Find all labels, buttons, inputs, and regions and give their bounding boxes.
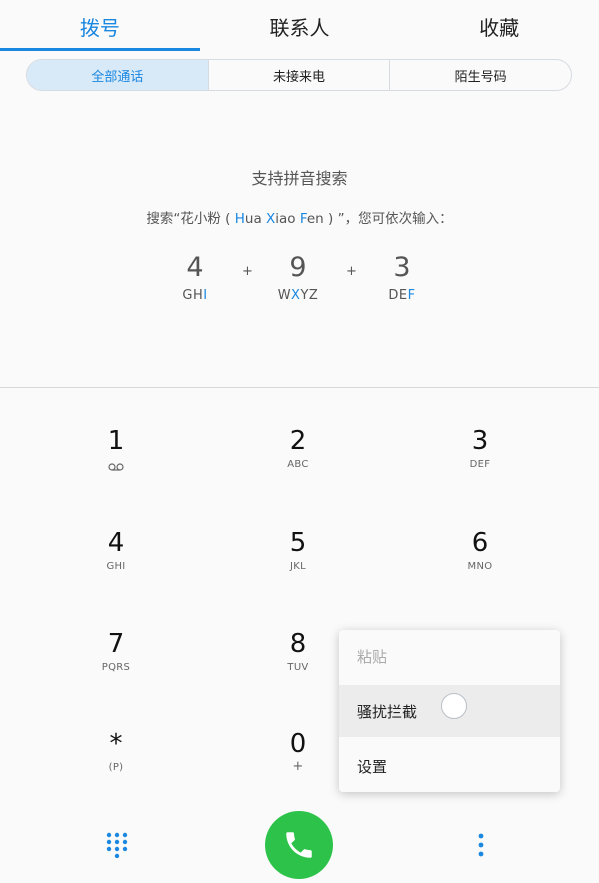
combo-letters: DEF [388, 288, 416, 303]
key-5[interactable]: 5 JKL [238, 528, 358, 588]
combo-plus-2: + [346, 264, 357, 279]
key-letters: ABC [287, 459, 309, 470]
key-letters: GHI [106, 561, 126, 572]
combo-key-3: 3 DEF [372, 252, 432, 303]
key-letters: DEF [469, 459, 491, 470]
key-letters: JKL [290, 561, 306, 572]
pinyin-search-title: 支持拼音搜索 [251, 169, 348, 188]
key-digit: 2 [289, 426, 307, 456]
key-letters: PQRS [101, 662, 131, 673]
combo-digit: 9 [289, 252, 307, 283]
filter-unknown-numbers[interactable]: 陌生号码 [390, 60, 571, 90]
menu-item-paste[interactable]: 粘贴 [339, 630, 560, 682]
menu-item-settings[interactable]: 设置 [339, 740, 560, 792]
key-2[interactable]: 2 ABC [238, 426, 358, 486]
key-star[interactable]: * (P) [56, 729, 176, 789]
combo-key-2: 9 WXYZ [268, 252, 328, 303]
call-button[interactable] [265, 811, 333, 879]
key-digit: * [109, 729, 123, 759]
key-4[interactable]: 4 GHI [56, 528, 176, 588]
filter-missed-calls[interactable]: 未接来电 [209, 60, 391, 90]
combo-letters: GHI [182, 288, 208, 303]
key-letters: (P) [108, 762, 124, 773]
key-digit: 7 [107, 629, 125, 659]
combo-plus-1: + [242, 264, 253, 279]
call-filter-segment: 全部通话 未接来电 陌生号码 [26, 59, 572, 91]
key-digit: 4 [107, 528, 125, 558]
dialpad-icon[interactable] [106, 832, 128, 858]
combo-letters: WXYZ [277, 288, 319, 303]
key-letters: MNO [467, 561, 493, 572]
combo-digit: 4 [186, 252, 204, 283]
combo-key-1: 4 GHI [165, 252, 225, 303]
key-digit: 3 [471, 426, 489, 456]
pinyin-search-example: 搜索“花小粉 ( Hua Xiao Fen ) ”，您可依次输入： [146, 211, 453, 227]
voicemail-icon [108, 463, 124, 471]
tab-dialer[interactable]: 拨号 [0, 0, 200, 52]
more-vert-icon[interactable] [476, 832, 486, 858]
tab-favorites[interactable]: 收藏 [399, 0, 599, 52]
key-3[interactable]: 3 DEF [420, 426, 540, 486]
phone-icon [286, 832, 312, 858]
key-1[interactable]: 1 [56, 426, 176, 486]
tab-contacts[interactable]: 联系人 [200, 0, 400, 52]
key-digit: 6 [471, 528, 489, 558]
key-digit: 5 [289, 528, 307, 558]
top-tabs: 拨号 联系人 收藏 [0, 0, 599, 52]
combo-digit: 3 [393, 252, 411, 283]
key-7[interactable]: 7 PQRS [56, 629, 176, 689]
filter-all-calls[interactable]: 全部通话 [27, 60, 209, 90]
key-digit: 1 [107, 426, 125, 456]
touch-indicator [441, 693, 467, 719]
divider [0, 387, 599, 388]
key-6[interactable]: 6 MNO [420, 528, 540, 588]
